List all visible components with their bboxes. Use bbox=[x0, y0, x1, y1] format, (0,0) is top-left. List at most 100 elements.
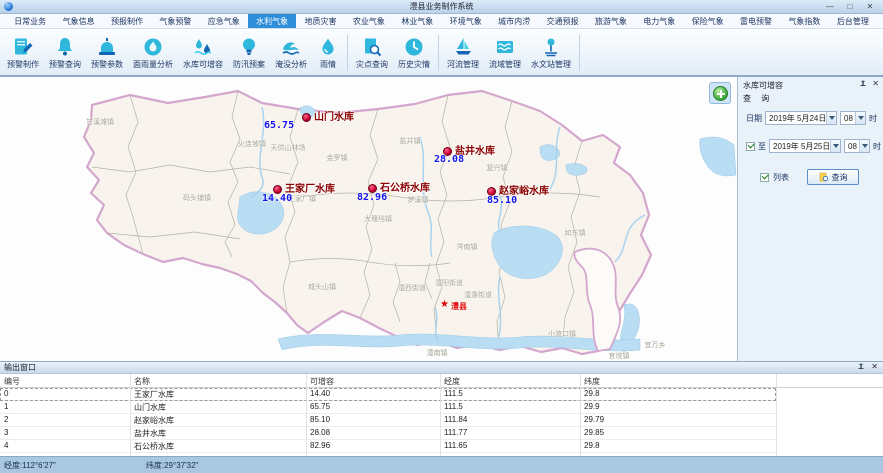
town-label: 大堰垱镇 bbox=[364, 214, 392, 224]
town-label: 涔南镇 bbox=[457, 242, 478, 252]
reservoir-value: 28.08 bbox=[434, 154, 464, 165]
table-row[interactable]: 2 赵家峪水库 85.10 111.84 29.79 bbox=[0, 414, 776, 427]
disaster-point-query-button[interactable]: 灾点查询 bbox=[351, 31, 393, 75]
cell-name: 石公桥水库 bbox=[134, 441, 174, 452]
cell-name: 盐井水库 bbox=[134, 428, 166, 439]
warning-params-button[interactable]: 预警参数 bbox=[86, 31, 128, 75]
hour-to-select[interactable]: 08 bbox=[844, 139, 870, 153]
hydro-station-management-button[interactable]: 水文站管理 bbox=[526, 31, 576, 75]
flood-plan-button[interactable]: 防汛预案 bbox=[228, 31, 270, 75]
tab-environment[interactable]: 环境气象 bbox=[442, 14, 490, 28]
column-header[interactable]: 经度 bbox=[444, 376, 460, 387]
list-checkbox[interactable] bbox=[760, 173, 769, 182]
cell-name: 王家厂水库 bbox=[134, 389, 174, 400]
column-header[interactable]: 纬度 bbox=[584, 376, 600, 387]
date-to-select[interactable]: 2019年 5月25日 bbox=[769, 139, 841, 153]
toolbar-label: 河流管理 bbox=[447, 59, 479, 70]
inundation-analysis-button[interactable]: 淹没分析 bbox=[270, 31, 312, 75]
cell-id: 4 bbox=[4, 441, 8, 450]
tab-admin[interactable]: 后台管理 bbox=[829, 14, 877, 28]
river-sailboat-icon bbox=[452, 36, 474, 58]
tab-weather-index[interactable]: 气象指数 bbox=[780, 14, 828, 28]
toolbar-label: 雨情 bbox=[320, 59, 336, 70]
map-canvas[interactable]: 甘溪滩镇 码头铺镇 火连坡镇 天供山林场 金罗镇 盐井镇 复兴镇 梦溪镇 大堰垱… bbox=[0, 77, 737, 361]
basin-waves-icon bbox=[494, 36, 516, 58]
cell-latitude: 29.8 bbox=[584, 441, 600, 450]
toolbar-label: 防汛预案 bbox=[233, 59, 265, 70]
rain-condition-button[interactable]: 雨情 bbox=[312, 31, 344, 75]
chevron-down-icon bbox=[826, 112, 836, 124]
reservoir-value: 65.75 bbox=[264, 120, 294, 131]
pin-icon[interactable] bbox=[857, 363, 865, 371]
warning-edit-button[interactable]: 预警制作 bbox=[2, 31, 44, 75]
tab-insurance[interactable]: 保险气象 bbox=[683, 14, 731, 28]
reservoir-value: 14.40 bbox=[262, 193, 292, 204]
tab-hydrology[interactable]: 水利气象 bbox=[248, 14, 296, 28]
date-to-value: 2019年 5月25日 bbox=[773, 141, 830, 152]
tab-traffic[interactable]: 交通预报 bbox=[538, 14, 586, 28]
toolbar-label: 预警参数 bbox=[91, 59, 123, 70]
output-close-icon[interactable]: ✕ bbox=[871, 363, 878, 371]
reservoir-value: 82.96 bbox=[357, 192, 387, 203]
plus-icon bbox=[713, 86, 728, 101]
column-divider bbox=[130, 374, 131, 456]
date-from-select[interactable]: 2019年 5月24日 bbox=[765, 111, 837, 125]
tab-weather-warning[interactable]: 气象预警 bbox=[151, 14, 199, 28]
query-button-label: 查询 bbox=[832, 172, 848, 183]
toolbar-label: 流域管理 bbox=[489, 59, 521, 70]
reservoir-name: 王家厂水库 bbox=[285, 180, 335, 195]
tab-forestry[interactable]: 林业气象 bbox=[393, 14, 441, 28]
hour-to-value: 08 bbox=[848, 142, 857, 151]
rain-analysis-icon bbox=[142, 36, 164, 58]
tab-agriculture[interactable]: 农业气象 bbox=[345, 14, 393, 28]
town-label: 澧西街道 bbox=[398, 283, 426, 293]
pin-icon[interactable] bbox=[859, 80, 867, 88]
warning-edit-icon bbox=[12, 36, 34, 58]
column-header[interactable]: 可增容 bbox=[310, 376, 334, 387]
panel-close-icon[interactable]: ✕ bbox=[872, 80, 879, 88]
cell-longitude: 111.5 bbox=[444, 389, 463, 398]
tab-daily[interactable]: 日常业务 bbox=[6, 14, 54, 28]
history-disaster-button[interactable]: 历史灾情 bbox=[393, 31, 435, 75]
cell-capacity: 85.10 bbox=[310, 415, 330, 424]
tab-tourism[interactable]: 旅游气象 bbox=[587, 14, 635, 28]
basin-management-button[interactable]: 流域管理 bbox=[484, 31, 526, 75]
toolbar-separator bbox=[438, 35, 439, 71]
tab-emergency[interactable]: 应急气象 bbox=[200, 14, 248, 28]
toolbar: 预警制作 预警查询 预警参数 面雨量分析 水库可增容 防汛预案 淹没分析 雨情 bbox=[0, 29, 883, 77]
panel-title: 水库可增容 bbox=[743, 80, 878, 91]
tab-forecast-making[interactable]: 预报制作 bbox=[103, 14, 151, 28]
cell-capacity: 14.40 bbox=[310, 389, 330, 398]
tab-urban-flood[interactable]: 城市内涝 bbox=[490, 14, 538, 28]
query-button[interactable]: 查询 bbox=[807, 169, 859, 185]
table-row[interactable]: 3 盐井水库 28.08 111.77 29.85 bbox=[0, 427, 776, 440]
tab-weather-info[interactable]: 气象信息 bbox=[54, 14, 102, 28]
tab-power[interactable]: 电力气象 bbox=[635, 14, 683, 28]
town-label: 码头铺镇 bbox=[183, 193, 211, 203]
table-row[interactable]: 1 山门水库 65.75 111.5 29.9 bbox=[0, 401, 776, 414]
tab-lightning[interactable]: 雷电预警 bbox=[732, 14, 780, 28]
chevron-down-icon bbox=[859, 140, 869, 152]
rain-analysis-button[interactable]: 面雨量分析 bbox=[128, 31, 178, 75]
column-header[interactable]: 编号 bbox=[4, 376, 20, 387]
reservoir-name: 山门水库 bbox=[314, 108, 354, 123]
tab-geo-disaster[interactable]: 地质灾害 bbox=[296, 14, 344, 28]
toolbar-label: 灾点查询 bbox=[356, 59, 388, 70]
warning-query-button[interactable]: 预警查询 bbox=[44, 31, 86, 75]
maximize-button[interactable]: □ bbox=[843, 1, 857, 12]
cell-longitude: 111.5 bbox=[444, 402, 463, 411]
county-seat-label: 澧县 bbox=[451, 301, 467, 312]
map-add-button[interactable] bbox=[709, 82, 731, 104]
river-management-button[interactable]: 河流管理 bbox=[442, 31, 484, 75]
town-label: 澧阳街道 bbox=[435, 278, 463, 288]
minimize-button[interactable]: — bbox=[823, 1, 837, 12]
hour-from-select[interactable]: 08 bbox=[840, 111, 866, 125]
reservoir-marker[interactable] bbox=[302, 113, 311, 122]
to-checkbox[interactable] bbox=[746, 142, 755, 151]
column-header[interactable]: 名称 bbox=[134, 376, 150, 387]
close-button[interactable]: ✕ bbox=[863, 1, 877, 12]
chevron-down-icon bbox=[830, 140, 840, 152]
table-row[interactable]: 0 王家厂水库 14.40 111.5 29.8 bbox=[0, 388, 776, 401]
table-row[interactable]: 4 石公桥水库 82.96 111.65 29.8 bbox=[0, 440, 776, 453]
reservoir-capacity-button[interactable]: 水库可增容 bbox=[178, 31, 228, 75]
